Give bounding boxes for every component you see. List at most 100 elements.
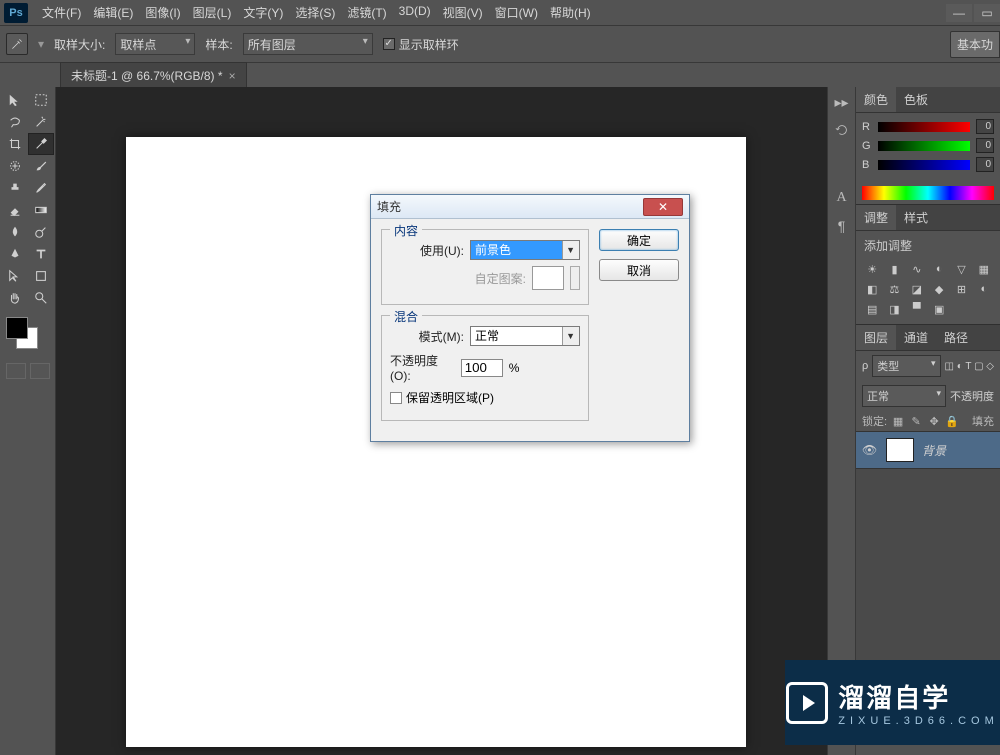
- preserve-transparency-checkbox[interactable]: 保留透明区域(P): [390, 389, 494, 406]
- adj-selective-icon[interactable]: ▣: [929, 300, 949, 318]
- menu-item[interactable]: 编辑(E): [87, 0, 139, 25]
- adj-curves-icon[interactable]: ∿: [907, 260, 927, 278]
- quickmask-icon[interactable]: [6, 363, 26, 379]
- menu-item[interactable]: 窗口(W): [489, 0, 544, 25]
- dodge-tool[interactable]: [28, 221, 54, 243]
- eyedropper-tool[interactable]: [28, 133, 54, 155]
- styles-tab[interactable]: 样式: [896, 205, 936, 230]
- visibility-icon[interactable]: 👁: [862, 443, 878, 457]
- dialog-title: 填充: [377, 198, 643, 215]
- layer-thumbnail[interactable]: [886, 438, 914, 462]
- adj-vibrance-icon[interactable]: ▽: [951, 260, 971, 278]
- menu-item[interactable]: 滤镜(T): [341, 0, 392, 25]
- color-tab[interactable]: 颜色: [856, 87, 896, 112]
- adj-lookup-icon[interactable]: ⊞: [951, 280, 971, 298]
- layer-filter-select[interactable]: 类型: [872, 355, 940, 377]
- menu-item[interactable]: 图像(I): [139, 0, 186, 25]
- sample-select[interactable]: 所有图层: [243, 33, 373, 55]
- paths-tab[interactable]: 路径: [936, 325, 976, 350]
- channel-slider[interactable]: [878, 122, 970, 132]
- adjustments-label: 添加调整: [856, 231, 1000, 260]
- adj-bw-icon[interactable]: ◧: [862, 280, 882, 298]
- menu-item[interactable]: 文字(Y): [237, 0, 289, 25]
- lock-move-icon[interactable]: ✥: [927, 414, 941, 428]
- channel-value[interactable]: 0: [976, 157, 994, 172]
- minimize-button[interactable]: —: [946, 4, 972, 22]
- expand-icon[interactable]: ▸▸: [833, 93, 851, 111]
- layer-item[interactable]: 👁 背景: [856, 431, 1000, 469]
- adj-photo-icon[interactable]: ◪: [907, 280, 927, 298]
- menu-bar: Ps 文件(F)编辑(E)图像(I)图层(L)文字(Y)选择(S)滤镜(T)3D…: [0, 0, 1000, 25]
- channels-tab[interactable]: 通道: [896, 325, 936, 350]
- tool-preset-icon[interactable]: [6, 33, 28, 55]
- lock-all-icon[interactable]: 🔒: [945, 414, 959, 428]
- marquee-tool[interactable]: [28, 89, 54, 111]
- cancel-button[interactable]: 取消: [599, 259, 679, 281]
- swatches-tab[interactable]: 色板: [896, 87, 936, 112]
- blend-mode-select[interactable]: 正常: [862, 385, 946, 407]
- lasso-tool[interactable]: [2, 111, 28, 133]
- screenmode-icon[interactable]: [30, 363, 50, 379]
- adj-hue-icon[interactable]: ▦: [974, 260, 994, 278]
- hand-tool[interactable]: [2, 287, 28, 309]
- adj-exposure-icon[interactable]: ◐: [929, 260, 949, 278]
- adj-invert-icon[interactable]: ◐: [974, 280, 994, 298]
- color-swatches[interactable]: [2, 317, 53, 353]
- channel-slider[interactable]: [878, 141, 970, 151]
- adj-levels-icon[interactable]: ▮: [884, 260, 904, 278]
- layer-name[interactable]: 背景: [922, 442, 946, 459]
- brush-tool[interactable]: [28, 155, 54, 177]
- lock-brush-icon[interactable]: ✎: [909, 414, 923, 428]
- channel-value[interactable]: 0: [976, 138, 994, 153]
- adj-balance-icon[interactable]: ⚖: [884, 280, 904, 298]
- adj-brightness-icon[interactable]: ☀: [862, 260, 882, 278]
- layers-tab[interactable]: 图层: [856, 325, 896, 350]
- blur-tool[interactable]: [2, 221, 28, 243]
- heal-tool[interactable]: [2, 155, 28, 177]
- adj-threshold-icon[interactable]: ◨: [884, 300, 904, 318]
- adj-mixer-icon[interactable]: ◆: [929, 280, 949, 298]
- channel-label: R: [862, 121, 872, 133]
- wand-tool[interactable]: [28, 111, 54, 133]
- menu-item[interactable]: 帮助(H): [544, 0, 597, 25]
- ok-button[interactable]: 确定: [599, 229, 679, 251]
- eraser-tool[interactable]: [2, 199, 28, 221]
- zoom-tool[interactable]: [28, 287, 54, 309]
- lock-pixels-icon[interactable]: ▦: [891, 414, 905, 428]
- type-tool[interactable]: [28, 243, 54, 265]
- path-tool[interactable]: [2, 265, 28, 287]
- channel-value[interactable]: 0: [976, 119, 994, 134]
- menu-item[interactable]: 文件(F): [36, 0, 87, 25]
- menu-item[interactable]: 选择(S): [289, 0, 341, 25]
- pen-tool[interactable]: [2, 243, 28, 265]
- opacity-input[interactable]: [461, 359, 503, 377]
- move-tool[interactable]: [2, 89, 28, 111]
- close-tab-icon[interactable]: ×: [229, 69, 236, 83]
- workspace-switcher[interactable]: 基本功: [950, 31, 1000, 58]
- show-ring-checkbox[interactable]: ✓ 显示取样环: [383, 36, 459, 53]
- maximize-button[interactable]: ▭: [974, 4, 1000, 22]
- content-fieldset: 内容 使用(U): 前景色▼ 自定图案:: [381, 229, 589, 305]
- sample-size-select[interactable]: 取样点: [115, 33, 195, 55]
- channel-slider[interactable]: [878, 160, 970, 170]
- foreground-swatch[interactable]: [6, 317, 28, 339]
- shape-tool[interactable]: [28, 265, 54, 287]
- history-panel-icon[interactable]: [833, 121, 851, 139]
- history-brush-tool[interactable]: [28, 177, 54, 199]
- dialog-close-button[interactable]: ✕: [643, 198, 683, 216]
- adj-gradient-icon[interactable]: ▀: [907, 300, 927, 318]
- mode-select[interactable]: 正常▼: [470, 326, 580, 346]
- character-panel-icon[interactable]: A: [833, 189, 851, 207]
- menu-item[interactable]: 视图(V): [437, 0, 489, 25]
- menu-item[interactable]: 图层(L): [187, 0, 238, 25]
- crop-tool[interactable]: [2, 133, 28, 155]
- stamp-tool[interactable]: [2, 177, 28, 199]
- adjustments-tab[interactable]: 调整: [856, 205, 896, 230]
- document-tab[interactable]: 未标题-1 @ 66.7%(RGB/8) * ×: [60, 62, 247, 88]
- use-select[interactable]: 前景色▼: [470, 240, 580, 260]
- hue-bar[interactable]: [862, 186, 994, 200]
- menu-item[interactable]: 3D(D): [393, 0, 437, 25]
- paragraph-panel-icon[interactable]: ¶: [833, 217, 851, 235]
- adj-poster-icon[interactable]: ▤: [862, 300, 882, 318]
- gradient-tool[interactable]: [28, 199, 54, 221]
